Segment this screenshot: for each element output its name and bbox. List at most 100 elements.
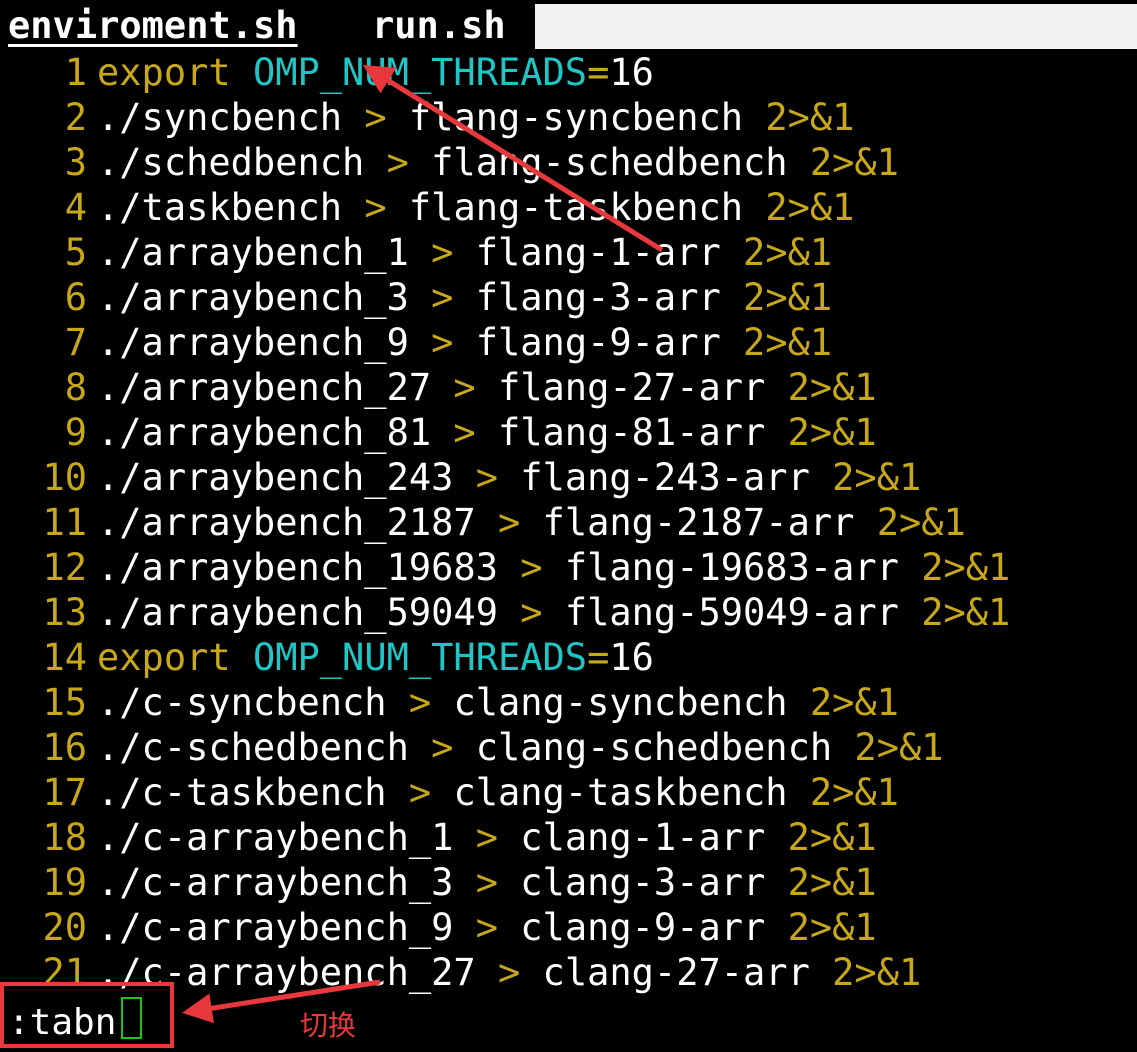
- code-line[interactable]: 11 ./arraybench_2187 > flang-2187-arr 2>&…: [0, 500, 1137, 545]
- export-keyword: export: [97, 51, 231, 94]
- output-file: flang-19683-arr: [564, 546, 899, 589]
- line-number: 5: [64, 231, 87, 274]
- line-number: 19: [42, 861, 87, 904]
- redirect-operator: >: [497, 501, 521, 544]
- code-line[interactable]: 20 ./c-arraybench_9 > clang-9-arr 2>&1: [0, 905, 1137, 950]
- command: ./taskbench: [97, 186, 343, 229]
- code-line[interactable]: 16 ./c-schedbench > clang-schedbench 2>&1: [0, 725, 1137, 770]
- output-file: clang-taskbench: [453, 771, 788, 814]
- redirect-operator: >: [408, 771, 432, 814]
- output-file: flang-2187-arr: [542, 501, 855, 544]
- tab-line: enviroment.sh run.sh: [0, 0, 1137, 49]
- code-line[interactable]: 18 ./c-arraybench_1 > clang-1-arr 2>&1: [0, 815, 1137, 860]
- code-line[interactable]: 19 ./c-arraybench_3 > clang-3-arr 2>&1: [0, 860, 1137, 905]
- line-number: 1: [64, 51, 87, 94]
- code-line[interactable]: 12 ./arraybench_19683 > flang-19683-arr 2…: [0, 545, 1137, 590]
- redirect-operator: >: [453, 411, 476, 454]
- command: ./arraybench_81: [97, 411, 432, 454]
- env-variable: OMP_NUM_THREADS: [252, 636, 588, 679]
- stderr-redirect: 2>&1: [787, 366, 877, 409]
- command: ./arraybench_243: [97, 456, 454, 499]
- code-line[interactable]: 7 ./arraybench_9 > flang-9-arr 2>&1: [0, 320, 1137, 365]
- line-number: 8: [64, 366, 87, 409]
- output-file: clang-9-arr: [520, 906, 766, 949]
- line-number: 9: [64, 411, 87, 454]
- line-number: 14: [42, 636, 87, 679]
- redirect-operator: >: [475, 816, 498, 859]
- code-line[interactable]: 5 ./arraybench_1 > flang-1-arr 2>&1: [0, 230, 1137, 275]
- line-number: 13: [42, 591, 87, 634]
- code-line[interactable]: 2 ./syncbench > flang-syncbench 2>&1: [0, 95, 1137, 140]
- code-line[interactable]: 4 ./taskbench > flang-taskbench 2>&1: [0, 185, 1137, 230]
- output-file: flang-3-arr: [475, 276, 721, 319]
- redirect-operator: >: [431, 276, 454, 319]
- tab-enviroment-sh[interactable]: enviroment.sh: [8, 0, 350, 49]
- line-number: 12: [42, 546, 87, 589]
- annotation-label: 切换: [300, 1009, 357, 1042]
- output-file: flang-9-arr: [475, 321, 721, 364]
- code-line[interactable]: 13 ./arraybench_59049 > flang-59049-arr 2…: [0, 590, 1137, 635]
- line-number: 2: [64, 96, 87, 139]
- command: ./arraybench_27: [97, 366, 432, 409]
- stderr-redirect: 2>&1: [921, 591, 1011, 634]
- stderr-redirect: 2>&1: [854, 726, 944, 769]
- line-number: 15: [42, 681, 87, 724]
- stderr-redirect: 2>&1: [787, 411, 877, 454]
- code-line[interactable]: 8 ./arraybench_27 > flang-27-arr 2>&1: [0, 365, 1137, 410]
- output-file: flang-taskbench: [408, 186, 744, 229]
- line-number: 16: [42, 726, 87, 769]
- export-keyword: export: [97, 636, 231, 679]
- command: ./arraybench_9: [97, 321, 409, 364]
- output-file: flang-243-arr: [520, 456, 810, 499]
- highlight-box: [0, 982, 174, 1048]
- code-line[interactable]: 6 ./arraybench_3 > flang-3-arr 2>&1: [0, 275, 1137, 320]
- stderr-redirect: 2>&1: [921, 546, 1011, 589]
- output-file: clang-3-arr: [520, 861, 766, 904]
- command: ./c-arraybench_1: [97, 816, 454, 859]
- stderr-redirect: 2>&1: [809, 771, 899, 814]
- stderr-redirect: 2>&1: [765, 96, 855, 139]
- code-line[interactable]: 1 export OMP_NUM_THREADS=16: [0, 50, 1137, 95]
- equals-sign: =: [587, 636, 610, 679]
- code-line[interactable]: 3 ./schedbench > flang-schedbench 2>&1: [0, 140, 1137, 185]
- output-file: flang-syncbench: [408, 96, 744, 139]
- code-line[interactable]: 17 ./c-taskbench > clang-taskbench 2>&1: [0, 770, 1137, 815]
- stderr-redirect: 2>&1: [743, 276, 833, 319]
- output-file: flang-59049-arr: [564, 591, 899, 634]
- command: ./arraybench_3: [97, 276, 409, 319]
- stderr-redirect: 2>&1: [832, 456, 922, 499]
- line-number: 11: [42, 501, 87, 544]
- tab-run-sh[interactable]: run.sh: [372, 0, 532, 49]
- code-line[interactable]: 14 export OMP_NUM_THREADS=16: [0, 635, 1137, 680]
- stderr-redirect: 2>&1: [787, 906, 877, 949]
- stderr-redirect: 2>&1: [832, 951, 922, 994]
- env-variable: OMP_NUM_THREADS: [252, 51, 588, 94]
- redirect-operator: >: [364, 96, 387, 139]
- redirect-operator: >: [520, 546, 543, 589]
- command: ./arraybench_19683: [97, 546, 498, 589]
- command: ./schedbench: [97, 141, 365, 184]
- line-number: 10: [42, 456, 87, 499]
- tab-line-fill: [535, 4, 1137, 49]
- command: ./syncbench: [97, 96, 343, 139]
- output-file: flang-1-arr: [475, 231, 721, 274]
- code-line[interactable]: 10 ./arraybench_243 > flang-243-arr 2>&1: [0, 455, 1137, 500]
- redirect-operator: >: [475, 861, 498, 904]
- command: ./c-syncbench: [97, 681, 387, 724]
- line-number: 6: [64, 276, 87, 319]
- command: ./c-schedbench: [97, 726, 409, 769]
- redirect-operator: >: [431, 231, 454, 274]
- redirect-operator: >: [475, 456, 498, 499]
- output-file: clang-27-arr: [542, 951, 810, 994]
- editor-buffer[interactable]: 1 export OMP_NUM_THREADS=16 2 ./syncbench >…: [0, 50, 1137, 995]
- redirect-operator: >: [386, 141, 409, 184]
- stderr-redirect: 2>&1: [765, 186, 855, 229]
- output-file: clang-1-arr: [520, 816, 766, 859]
- output-file: clang-syncbench: [453, 681, 788, 724]
- code-line[interactable]: 15 ./c-syncbench > clang-syncbench 2>&1: [0, 680, 1137, 725]
- output-file: clang-schedbench: [475, 726, 833, 769]
- code-line[interactable]: 9 ./arraybench_81 > flang-81-arr 2>&1: [0, 410, 1137, 455]
- line-number: 7: [64, 321, 87, 364]
- stderr-redirect: 2>&1: [787, 816, 877, 859]
- output-file: flang-81-arr: [497, 411, 766, 454]
